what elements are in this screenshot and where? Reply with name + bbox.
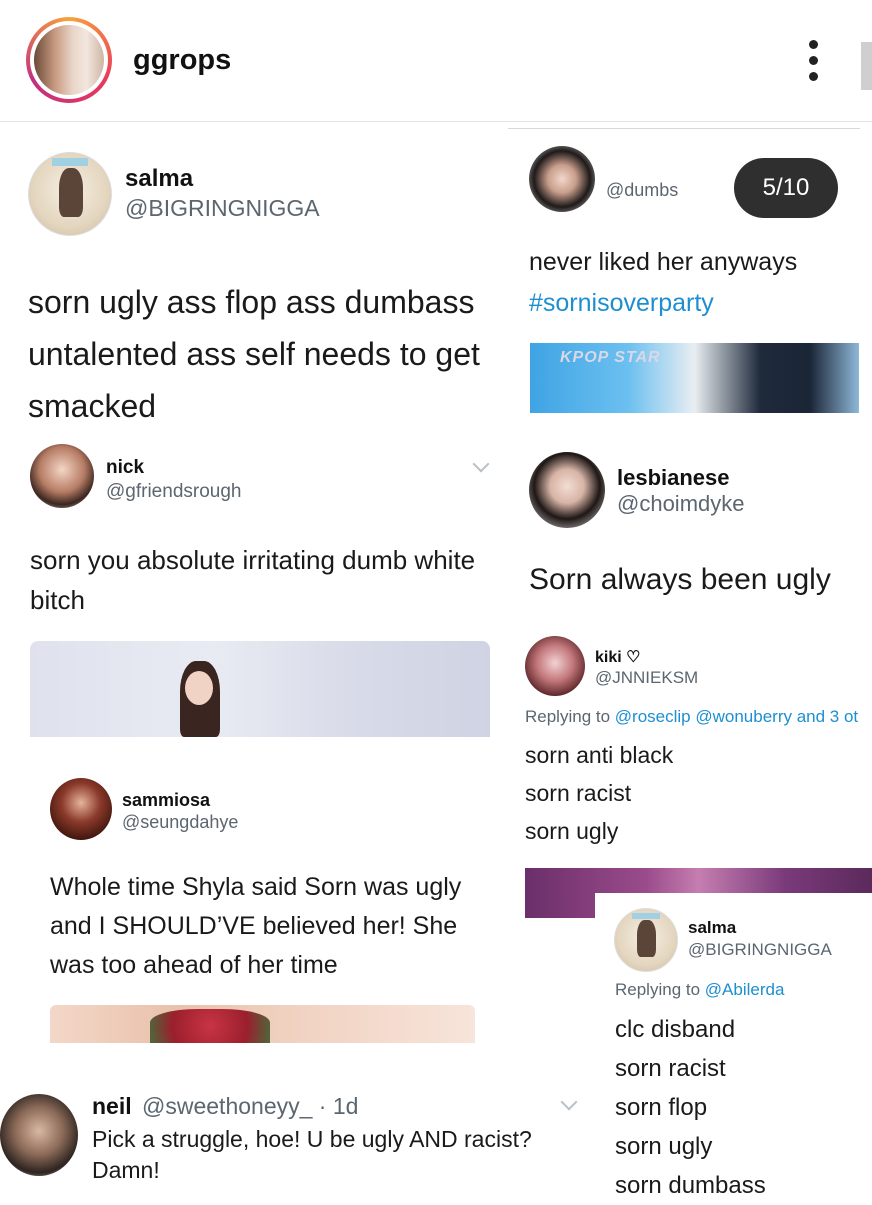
kiki-tweet-text: sorn anti black sorn racist sorn ugly [525, 742, 674, 844]
neil-handle[interactable]: @sweethoneyy_ · 1d [142, 1093, 358, 1119]
post-header: ggrops [0, 0, 872, 122]
sammiosa-tweet-text: Whole time Shyla said Sorn was ugly and … [50, 873, 462, 979]
nick-tweet-image[interactable] [30, 641, 490, 737]
dumbs-handle[interactable]: @dumbs [606, 180, 678, 201]
kiki-replying-to: Replying to @roseclip @wonuberry and 3 o… [525, 707, 859, 726]
lesbianese-avatar[interactable] [529, 452, 605, 528]
carousel-page-indicator: 5/10 [734, 158, 838, 218]
dumbs-avatar[interactable] [529, 146, 595, 212]
salma-tweet-text: sorn ugly ass flop ass dumbass untalente… [28, 284, 480, 424]
neil-tweet-text: Pick a struggle, hoe! U be ugly AND raci… [92, 1126, 532, 1183]
neil-header: neil @sweethoneyy_ · 1d [92, 1093, 358, 1120]
reply-mention-link[interactable]: @Abilerda [705, 980, 785, 999]
scrollbar[interactable] [861, 42, 872, 90]
more-options-icon[interactable] [802, 38, 826, 84]
sammiosa-avatar[interactable] [50, 778, 112, 840]
kiki-avatar[interactable] [525, 636, 585, 696]
salma-avatar[interactable] [614, 908, 678, 972]
hashtag-link[interactable]: #sornisoverparty [529, 283, 797, 324]
nick-tweet-text: sorn you absolute irritating dumb white … [30, 545, 476, 615]
sammiosa-tweet-image[interactable] [50, 1005, 475, 1043]
salma-reply-text: clc disband sorn racist sorn flop sorn u… [615, 1016, 766, 1199]
chevron-down-icon[interactable] [472, 455, 490, 473]
profile-avatar [34, 25, 104, 95]
nick-name[interactable]: nick [106, 457, 144, 479]
neil-name[interactable]: neil [92, 1093, 132, 1119]
divider [508, 128, 860, 129]
sammiosa-name[interactable]: sammiosa [122, 790, 210, 811]
lesbianese-handle[interactable]: @choimdyke [617, 491, 745, 517]
salma-handle[interactable]: @BIGRINGNIGGA [125, 195, 320, 222]
kiki-name[interactable]: kiki ♡ [595, 647, 640, 667]
lesbianese-tweet-text: Sorn always been ugly [529, 563, 831, 596]
profile-avatar-ring[interactable] [26, 17, 112, 103]
post-username[interactable]: ggrops [133, 44, 231, 77]
dumbs-tweet-image[interactable]: KPOP STAR [530, 343, 859, 413]
nick-handle[interactable]: @gfriendsrough [106, 481, 241, 503]
salma-name[interactable]: salma [125, 165, 193, 193]
chevron-down-icon[interactable] [560, 1093, 578, 1111]
salma-name[interactable]: salma [688, 918, 736, 938]
nick-avatar[interactable] [30, 444, 94, 508]
neil-avatar[interactable] [0, 1094, 78, 1176]
sammiosa-handle[interactable]: @seungdahye [122, 812, 238, 833]
salma-replying-to: Replying to @Abilerda [615, 980, 785, 999]
dumbs-tweet-text: never liked her anyways #sornisoverparty [529, 242, 797, 324]
lesbianese-name[interactable]: lesbianese [617, 465, 730, 491]
reply-mentions-link[interactable]: @roseclip @wonuberry and 3 ot [615, 707, 858, 726]
image-caption: KPOP STAR [560, 349, 661, 366]
salma-avatar[interactable] [28, 152, 112, 236]
salma-handle[interactable]: @BIGRINGNIGGA [688, 940, 832, 960]
kiki-handle[interactable]: @JNNIEKSM [595, 668, 698, 688]
